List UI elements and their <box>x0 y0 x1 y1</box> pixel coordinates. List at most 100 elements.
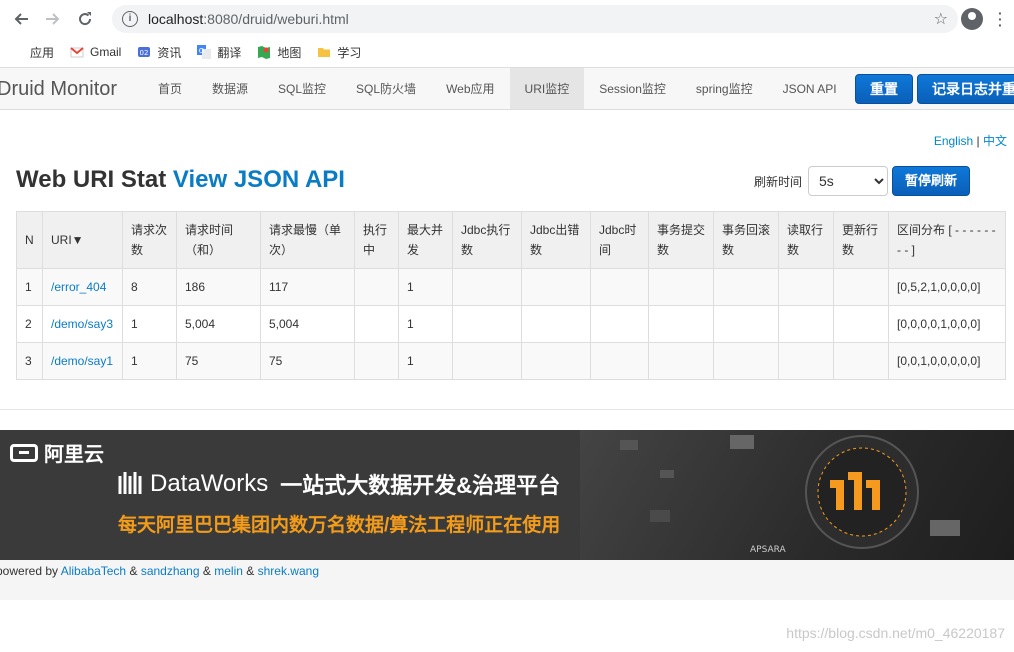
cell-jdbc-err <box>521 342 591 380</box>
col-request-time[interactable]: 请求时间（和） <box>176 211 261 269</box>
col-read-rows[interactable]: 读取行数 <box>778 211 834 269</box>
cell-histogram: [0,0,0,0,1,0,0,0] <box>888 305 1006 343</box>
cell-histogram: [0,5,2,1,0,0,0,0] <box>888 268 1006 306</box>
cell-concurrent: 1 <box>398 342 453 380</box>
browser-chrome: i localhost:8080/druid/weburi.html ☆ · · ·… <box>0 0 1014 68</box>
log-and-reset-button[interactable]: 记录日志并重置 <box>917 74 1014 104</box>
apps-grid-icon <box>10 45 24 59</box>
brand-title[interactable]: Druid Monitor <box>0 68 143 109</box>
cell-tx-rollback <box>713 342 779 380</box>
bookmark-maps[interactable]: 地图 <box>257 44 301 61</box>
footer-link-alibabatech[interactable]: AlibabaTech <box>61 564 126 578</box>
col-jdbc-exec[interactable]: Jdbc执行数 <box>452 211 522 269</box>
nav-item-datasource[interactable]: 数据源 <box>197 68 263 109</box>
cell-jdbc-err <box>521 305 591 343</box>
bookmark-translate[interactable]: G 翻译 <box>197 44 241 61</box>
bookmark-star-icon[interactable]: ☆ <box>934 9 948 29</box>
view-json-api-link[interactable]: View JSON API <box>173 166 345 193</box>
cell-time: 186 <box>176 268 261 306</box>
cell-running <box>354 305 399 343</box>
col-tx-commit[interactable]: 事务提交数 <box>648 211 714 269</box>
cell-tx-commit <box>648 342 714 380</box>
nav-item-webapp[interactable]: Web应用 <box>431 68 509 109</box>
csdn-watermark: https://blog.csdn.net/m0_46220187 <box>786 625 1005 641</box>
bookmark-gmail[interactable]: Gmail <box>70 45 121 59</box>
pause-refresh-button[interactable]: 暂停刷新 <box>892 166 971 196</box>
druid-navbar: Druid Monitor 首页 数据源 SQL监控 SQL防火墙 Web应用 … <box>0 68 1014 110</box>
cell-histogram: [0,0,1,0,0,0,0,0] <box>888 342 1006 380</box>
cell-read <box>778 305 834 343</box>
translate-icon: G <box>197 45 212 59</box>
nav-item-uri[interactable]: URI监控 <box>509 68 585 109</box>
table-row: 2 /demo/say3 1 5,004 5,004 1 [0,0,0,0,1,… <box>16 305 1006 343</box>
col-tx-rollback[interactable]: 事务回滚数 <box>713 211 779 269</box>
svg-text:APSARA: APSARA <box>750 545 787 555</box>
svg-text:02: 02 <box>140 49 149 57</box>
uri-link[interactable]: /demo/say3 <box>51 317 113 331</box>
lang-chinese-link[interactable]: 中文 <box>983 134 1007 148</box>
lang-english-link[interactable]: English <box>934 134 973 148</box>
bookmark-folder-study[interactable]: 学习 <box>317 44 361 61</box>
svg-text:G: G <box>199 47 204 55</box>
cell-read <box>778 268 834 306</box>
col-jdbc-time[interactable]: Jdbc时间 <box>590 211 649 269</box>
col-jdbc-error[interactable]: Jdbc出错数 <box>521 211 591 269</box>
dataworks-ad-banner[interactable]: APSARA 阿里云 DataWorks 一站式大数据开发&治理平台 每天阿里巴… <box>0 430 1014 560</box>
aliyun-brand-text: 阿里云 <box>44 444 104 466</box>
table-row: 3 /demo/say1 1 75 75 1 [0,0,1,0,0,0,0,0] <box>16 342 1006 380</box>
refresh-interval-select[interactable]: 5s <box>808 166 889 196</box>
footer-link-shrek[interactable]: shrek.wang <box>258 564 319 578</box>
nav-item-sql[interactable]: SQL监控 <box>263 68 341 109</box>
uri-link[interactable]: /demo/say1 <box>51 354 113 368</box>
address-bar[interactable]: i localhost:8080/druid/weburi.html ☆ <box>112 5 958 33</box>
lang-separator: | <box>976 134 980 148</box>
footer-link-melin[interactable]: melin <box>214 564 243 578</box>
cell-uri: /demo/say1 <box>42 342 123 380</box>
bookmark-label: 翻译 <box>217 45 242 60</box>
profile-avatar-icon[interactable] <box>961 8 983 30</box>
cell-jdbc-exec <box>452 342 522 380</box>
bookmarks-bar: 应用 Gmail 02 资讯 G 翻译 地图 学习 <box>0 38 1014 66</box>
cell-update <box>833 305 889 343</box>
navbar-buttons: 重置 记录日志并重置 <box>855 74 1014 104</box>
nav-item-home[interactable]: 首页 <box>143 68 197 109</box>
cell-tx-commit <box>648 268 714 306</box>
col-request-count[interactable]: 请求次数 <box>122 211 177 269</box>
cell-running <box>354 268 399 306</box>
footer-link-sandzhang[interactable]: sandzhang <box>141 564 200 578</box>
url-path: :8080/druid/weburi.html <box>203 11 349 27</box>
col-concurrent-max[interactable]: 最大并发 <box>398 211 453 269</box>
back-arrow-icon[interactable] <box>8 6 34 32</box>
nav-item-json-api[interactable]: JSON API <box>768 68 852 109</box>
dataworks-subtitle: 每天阿里巴巴集团内数万名数据/算法工程师正在使用 <box>118 515 561 536</box>
cell-tx-rollback <box>713 268 779 306</box>
nav-item-session[interactable]: Session监控 <box>584 68 681 109</box>
col-running[interactable]: 执行中 <box>354 211 399 269</box>
col-histogram[interactable]: 区间分布 [ - - - - - - - - ] <box>888 211 1006 269</box>
bookmark-apps[interactable]: 应用 <box>10 44 54 61</box>
cell-jdbc-exec <box>452 305 522 343</box>
forward-arrow-icon[interactable] <box>40 6 66 32</box>
info-icon[interactable]: i <box>122 11 138 27</box>
address-row: i localhost:8080/druid/weburi.html ☆ <box>0 0 1014 38</box>
nav-item-wall[interactable]: SQL防火墙 <box>341 68 431 109</box>
col-update-rows[interactable]: 更新行数 <box>833 211 889 269</box>
cell-jdbc-time <box>590 305 649 343</box>
dataworks-product-name: DataWorks <box>150 470 269 497</box>
refresh-label: 刷新时间 <box>754 174 803 189</box>
nav-item-spring[interactable]: spring监控 <box>681 68 768 109</box>
cell-tx-rollback <box>713 305 779 343</box>
bookmark-news[interactable]: 02 资讯 <box>137 44 181 61</box>
cell-n: 1 <box>16 268 43 306</box>
browser-menu-icon[interactable]: · · · <box>998 6 1003 32</box>
cell-n: 2 <box>16 305 43 343</box>
cell-max: 75 <box>260 342 355 380</box>
circuit-art-icon: APSARA <box>620 435 960 555</box>
reload-icon[interactable] <box>72 6 98 32</box>
col-uri[interactable]: URI▼ <box>42 211 123 269</box>
footer: powered by AlibabaTech & sandzhang & mel… <box>0 560 1014 600</box>
uri-link[interactable]: /error_404 <box>51 280 106 294</box>
reset-button[interactable]: 重置 <box>855 74 913 104</box>
cell-uri: /demo/say3 <box>42 305 123 343</box>
col-request-max[interactable]: 请求最慢（单次） <box>260 211 355 269</box>
